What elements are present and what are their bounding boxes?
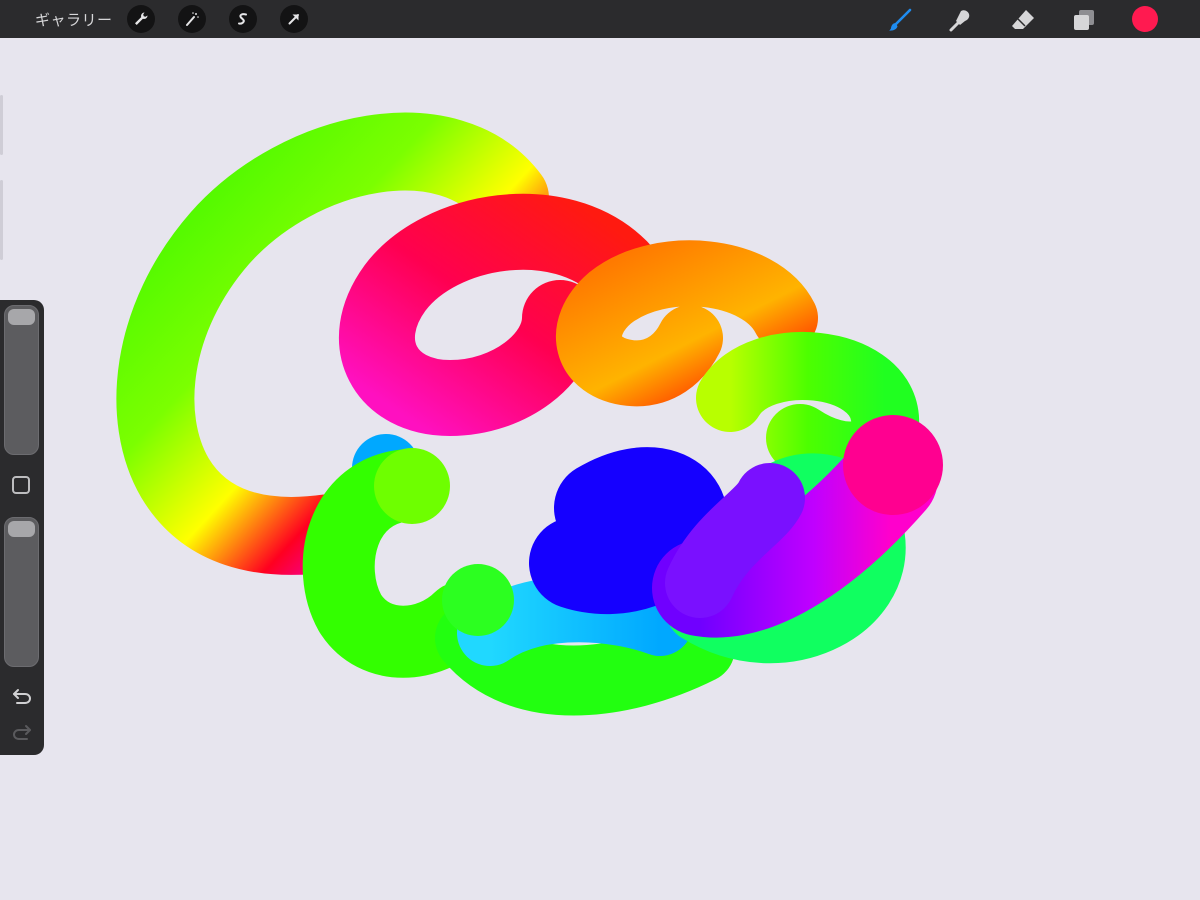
drawing-canvas[interactable] [0, 38, 1200, 900]
eraser-icon[interactable] [1008, 5, 1038, 35]
smudge-icon[interactable] [945, 5, 975, 35]
layers-icon[interactable] [1069, 5, 1099, 35]
magic-wand-icon[interactable] [178, 5, 206, 33]
current-color-swatch[interactable] [1132, 6, 1158, 32]
modify-button[interactable] [12, 476, 30, 494]
brush-size-slider[interactable] [4, 305, 39, 455]
redo-button[interactable] [10, 720, 34, 744]
undo-icon [13, 689, 32, 704]
top-toolbar: ギャラリー [0, 0, 1200, 38]
edge-hint [0, 95, 3, 155]
redo-icon [12, 725, 31, 740]
undo-button[interactable] [10, 684, 34, 708]
brush-icon[interactable] [885, 5, 915, 35]
opacity-slider[interactable] [4, 517, 39, 667]
wrench-icon[interactable] [127, 5, 155, 33]
edge-hint [0, 180, 3, 260]
gallery-button[interactable]: ギャラリー [35, 9, 113, 30]
transform-arrow-icon[interactable] [280, 5, 308, 33]
left-sidebar [0, 300, 44, 755]
selection-icon[interactable] [229, 5, 257, 33]
opacity-thumb[interactable] [8, 521, 35, 537]
brush-size-thumb[interactable] [8, 309, 35, 325]
